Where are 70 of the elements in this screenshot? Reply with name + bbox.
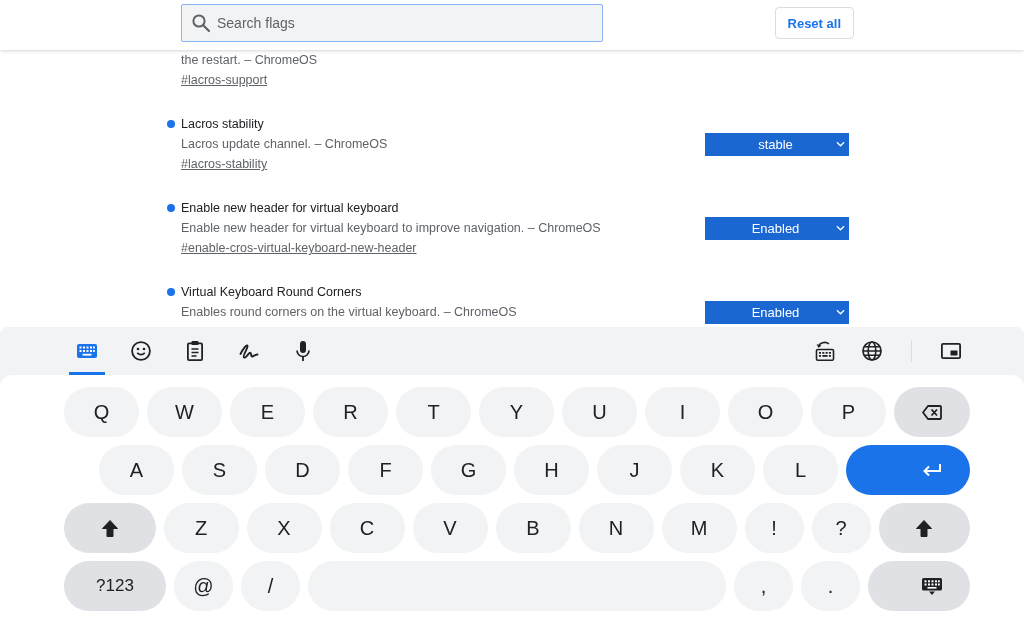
flag-description: Lacros update channel. – ChromeOS bbox=[181, 136, 388, 153]
letter-key[interactable]: A bbox=[99, 445, 174, 495]
punctuation-key[interactable]: . bbox=[801, 561, 860, 611]
flag-description: Enable new header for virtual keyboard to improve navigation. – ChromeOS bbox=[181, 220, 601, 237]
letter-key[interactable]: T bbox=[396, 387, 471, 437]
clipboard-icon bbox=[187, 341, 203, 361]
reset-all-button[interactable]: Reset all bbox=[774, 7, 854, 39]
letter-key[interactable]: H bbox=[514, 445, 589, 495]
shift-key[interactable] bbox=[878, 503, 970, 553]
letter-key[interactable]: S bbox=[182, 445, 257, 495]
search-field[interactable]: Search flags bbox=[181, 4, 603, 42]
punctuation-key[interactable]: / bbox=[241, 561, 300, 611]
globe-icon bbox=[862, 341, 882, 361]
keyboard-icon bbox=[77, 344, 97, 358]
keyboard-rotate-icon bbox=[815, 341, 835, 361]
letter-key[interactable]: E bbox=[230, 387, 305, 437]
enter-key[interactable] bbox=[846, 445, 970, 495]
shift-key[interactable] bbox=[64, 503, 156, 553]
symbols-key[interactable]: ?123 bbox=[64, 561, 166, 611]
shift-icon bbox=[916, 519, 933, 537]
hide-keyboard-key[interactable] bbox=[868, 561, 970, 611]
enter-icon bbox=[923, 464, 941, 476]
chevron-down-icon bbox=[836, 141, 845, 147]
letter-key[interactable]: V bbox=[412, 503, 488, 553]
letter-key[interactable]: X bbox=[246, 503, 322, 553]
letter-key[interactable]: M bbox=[661, 503, 737, 553]
chevron-down-icon bbox=[836, 225, 845, 231]
letter-key[interactable]: Z bbox=[163, 503, 239, 553]
flag-link[interactable]: #lacros-support bbox=[181, 70, 268, 90]
letter-key[interactable]: Y bbox=[479, 387, 554, 437]
punctuation-key[interactable]: ! bbox=[744, 503, 804, 553]
letter-key[interactable]: J bbox=[597, 445, 672, 495]
microphone-icon bbox=[296, 341, 310, 361]
letter-key[interactable]: F bbox=[348, 445, 423, 495]
letter-key[interactable]: O bbox=[728, 387, 803, 437]
flag-description: Enables round corners on the virtual keyboard. – ChromeOS bbox=[181, 304, 517, 321]
letter-key[interactable]: G bbox=[431, 445, 506, 495]
search-icon bbox=[191, 13, 211, 33]
window-inset-icon bbox=[941, 343, 961, 359]
flag-dropdown[interactable]: stable bbox=[705, 132, 849, 156]
letter-key[interactable]: I bbox=[645, 387, 720, 437]
flag-dropdown[interactable]: Enabled bbox=[705, 300, 849, 324]
flag-link[interactable]: #enable-cros-virtual-keyboard-new-header bbox=[181, 238, 417, 258]
backspace-key[interactable] bbox=[894, 387, 970, 437]
flag-description: the restart. – ChromeOS bbox=[181, 52, 318, 69]
punctuation-key[interactable]: @ bbox=[174, 561, 233, 611]
letter-key[interactable]: L bbox=[763, 445, 838, 495]
letter-key[interactable]: R bbox=[313, 387, 388, 437]
letter-key[interactable]: N bbox=[578, 503, 654, 553]
keyboard-down-icon bbox=[922, 577, 942, 595]
smiley-icon bbox=[131, 341, 151, 361]
scribble-icon bbox=[239, 342, 259, 360]
letter-key[interactable]: K bbox=[680, 445, 755, 495]
flag-dropdown[interactable]: Enabled bbox=[705, 216, 849, 240]
flag-title: Virtual Keyboard Round Corners bbox=[181, 284, 362, 301]
punctuation-key[interactable]: ? bbox=[811, 503, 871, 553]
punctuation-key[interactable]: , bbox=[734, 561, 793, 611]
flag-title: Enable new header for virtual keyboard bbox=[181, 200, 399, 217]
letter-key[interactable]: B bbox=[495, 503, 571, 553]
letter-key[interactable]: U bbox=[562, 387, 637, 437]
letter-key[interactable]: C bbox=[329, 503, 405, 553]
flag-link[interactable]: #lacros-stability bbox=[181, 154, 268, 174]
shift-icon bbox=[101, 519, 118, 537]
letter-key[interactable]: W bbox=[147, 387, 222, 437]
backspace-icon bbox=[922, 404, 942, 420]
letter-key[interactable]: P bbox=[811, 387, 886, 437]
letter-key[interactable]: D bbox=[265, 445, 340, 495]
chevron-down-icon bbox=[836, 309, 845, 315]
letter-key[interactable]: Q bbox=[64, 387, 139, 437]
flag-title: Lacros stability bbox=[181, 116, 264, 133]
